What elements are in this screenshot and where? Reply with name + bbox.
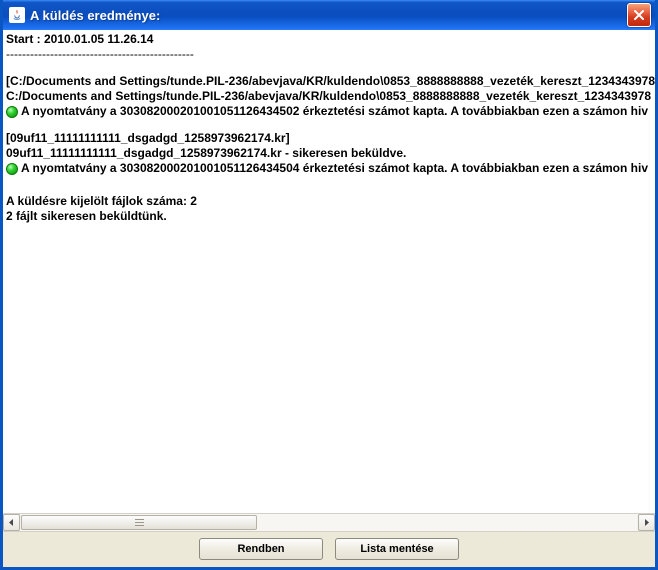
log-content[interactable]: Start : 2010.01.05 11.26.14 ------------…: [3, 30, 655, 513]
horizontal-scrollbar[interactable]: [3, 513, 655, 531]
titlebar[interactable]: A küldés eredménye:: [3, 0, 655, 30]
blank-line: [6, 176, 652, 188]
scroll-right-button[interactable]: [638, 514, 655, 531]
save-list-button[interactable]: Lista mentése: [335, 538, 459, 560]
ack2-line: A nyomtatvány a 303082000201001051126434…: [6, 161, 652, 176]
close-button[interactable]: [627, 3, 651, 27]
divider-line: ----------------------------------------…: [6, 47, 652, 62]
window-title: A küldés eredménye:: [30, 8, 627, 23]
file2-bracket-line: [09uf11_11111111111_dsgadgd_125897396217…: [6, 131, 652, 146]
blank-line: [6, 119, 652, 131]
file1-plain-line: C:/Documents and Settings/tunde.PIL-236/…: [6, 89, 652, 104]
start-line: Start : 2010.01.05 11.26.14: [6, 32, 652, 47]
ack2-text: A nyomtatvány a 303082000201001051126434…: [21, 161, 648, 176]
summary2-line: 2 fájlt sikeresen beküldtünk.: [6, 209, 652, 224]
scroll-left-button[interactable]: [3, 514, 20, 531]
client-area: Start : 2010.01.05 11.26.14 ------------…: [3, 30, 655, 567]
scroll-track[interactable]: [21, 514, 637, 531]
ack1-line: A nyomtatvány a 303082000201001051126434…: [6, 104, 652, 119]
summary1-line: A küldésre kijelölt fájlok száma: 2: [6, 194, 652, 209]
dialog-window: A küldés eredménye: Start : 2010.01.05 1…: [0, 0, 658, 570]
blank-line: [6, 62, 652, 74]
status-ok-icon: [6, 163, 18, 175]
ack1-text: A nyomtatvány a 303082000201001051126434…: [21, 104, 648, 119]
file2-plain-line: 09uf11_11111111111_dsgadgd_1258973962174…: [6, 146, 652, 161]
status-ok-icon: [6, 106, 18, 118]
content-wrap: Start : 2010.01.05 11.26.14 ------------…: [3, 30, 655, 531]
java-icon: [9, 7, 25, 23]
ok-button[interactable]: Rendben: [199, 538, 323, 560]
file1-bracket-line: [C:/Documents and Settings/tunde.PIL-236…: [6, 74, 652, 89]
scroll-thumb[interactable]: [21, 515, 257, 530]
button-bar: Rendben Lista mentése: [3, 531, 655, 567]
